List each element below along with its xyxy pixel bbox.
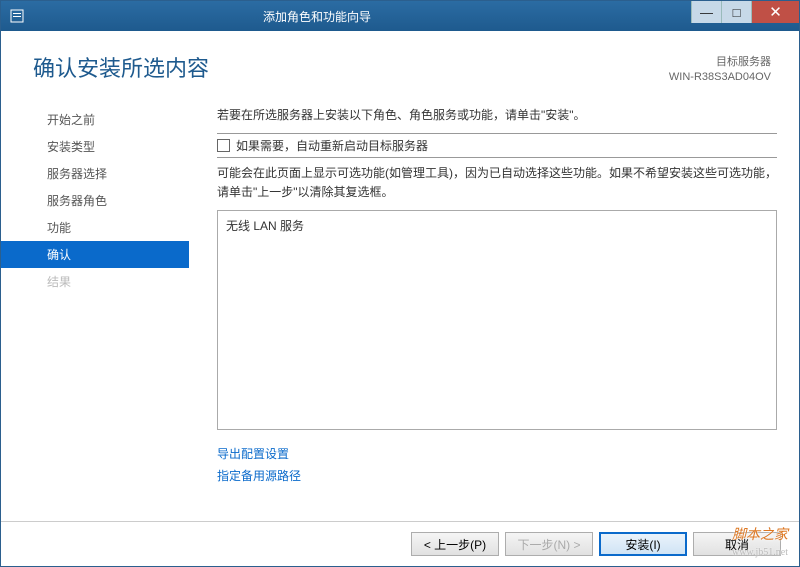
step-install-type[interactable]: 安装类型 bbox=[1, 133, 189, 160]
page-heading: 确认安装所选内容 bbox=[33, 51, 209, 83]
close-button[interactable]: ✕ bbox=[751, 1, 799, 23]
step-server-select[interactable]: 服务器选择 bbox=[1, 160, 189, 187]
step-confirm[interactable]: 确认 bbox=[1, 241, 189, 268]
main-content: 若要在所选服务器上安装以下角色、角色服务或功能，请单击"安装"。 如果需要，自动… bbox=[189, 98, 787, 521]
auto-restart-label: 如果需要，自动重新启动目标服务器 bbox=[236, 137, 428, 154]
step-before[interactable]: 开始之前 bbox=[1, 106, 189, 133]
wizard-header: 确认安装所选内容 目标服务器 WIN-R38S3AD04OV bbox=[1, 31, 799, 98]
optional-features-note: 可能会在此页面上显示可选功能(如管理工具)，因为已自动选择这些功能。如果不希望安… bbox=[217, 164, 777, 202]
previous-button[interactable]: < 上一步(P) bbox=[411, 532, 499, 556]
cancel-button[interactable]: 取消 bbox=[693, 532, 781, 556]
target-label: 目标服务器 bbox=[669, 55, 771, 70]
step-sidebar: 开始之前 安装类型 服务器选择 服务器角色 功能 确认 结果 bbox=[1, 98, 189, 521]
selections-listbox[interactable]: 无线 LAN 服务 bbox=[217, 210, 777, 430]
alt-source-link[interactable]: 指定备用源路径 bbox=[217, 466, 777, 488]
wizard-window: 添加角色和功能向导 — □ ✕ 确认安装所选内容 目标服务器 WIN-R38S3… bbox=[0, 0, 800, 567]
action-links: 导出配置设置 指定备用源路径 bbox=[217, 444, 777, 487]
maximize-button[interactable]: □ bbox=[721, 1, 751, 23]
step-results: 结果 bbox=[1, 268, 189, 295]
minimize-button[interactable]: — bbox=[691, 1, 721, 23]
list-item[interactable]: 无线 LAN 服务 bbox=[226, 217, 768, 234]
titlebar[interactable]: 添加角色和功能向导 — □ ✕ bbox=[1, 1, 799, 31]
step-features[interactable]: 功能 bbox=[1, 214, 189, 241]
window-title: 添加角色和功能向导 bbox=[33, 8, 691, 25]
intro-text: 若要在所选服务器上安装以下角色、角色服务或功能，请单击"安装"。 bbox=[217, 106, 777, 123]
auto-restart-checkbox[interactable] bbox=[217, 139, 230, 152]
next-button: 下一步(N) > bbox=[505, 532, 593, 556]
wizard-body: 开始之前 安装类型 服务器选择 服务器角色 功能 确认 结果 若要在所选服务器上… bbox=[1, 98, 799, 521]
app-icon bbox=[7, 6, 27, 26]
install-button[interactable]: 安装(I) bbox=[599, 532, 687, 556]
wizard-footer: < 上一步(P) 下一步(N) > 安装(I) 取消 bbox=[1, 521, 799, 566]
target-server-name: WIN-R38S3AD04OV bbox=[669, 70, 771, 85]
target-server-info: 目标服务器 WIN-R38S3AD04OV bbox=[669, 55, 771, 86]
auto-restart-row: 如果需要，自动重新启动目标服务器 bbox=[217, 133, 777, 158]
step-server-roles[interactable]: 服务器角色 bbox=[1, 187, 189, 214]
export-config-link[interactable]: 导出配置设置 bbox=[217, 444, 777, 466]
window-controls: — □ ✕ bbox=[691, 1, 799, 31]
